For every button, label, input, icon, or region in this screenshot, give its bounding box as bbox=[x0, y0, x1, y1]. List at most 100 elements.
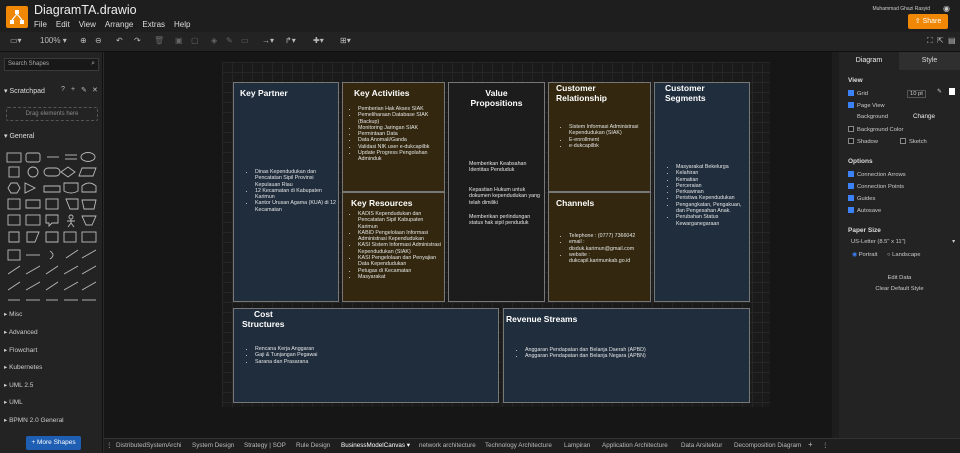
tab-diagram[interactable]: Diagram bbox=[839, 52, 899, 70]
menu-file[interactable]: File bbox=[34, 20, 47, 29]
share-button[interactable]: ⇪ Share bbox=[908, 14, 948, 29]
general-header[interactable]: ▾ General bbox=[4, 132, 34, 140]
channels-list: Telephone : (0777) 7366042 email : disdu… bbox=[562, 233, 648, 264]
scratchpad-edit-icon[interactable]: ✎ bbox=[81, 86, 87, 94]
to-front-icon[interactable]: ▣ bbox=[175, 36, 183, 45]
tab-page[interactable]: Strategy | SOP bbox=[244, 442, 286, 449]
clear-default-style-button[interactable]: Clear Default Style bbox=[839, 286, 960, 292]
scratchpad-close-icon[interactable]: ✕ bbox=[92, 86, 98, 94]
globe-icon[interactable]: ◉ bbox=[943, 4, 950, 13]
search-shapes-input[interactable]: Search Shapes ⌕ bbox=[4, 58, 99, 71]
list-item: KASI Sistem Informasi Administrasi Kepen… bbox=[358, 242, 443, 255]
table-icon[interactable]: ⊞▾ bbox=[340, 36, 351, 45]
paper-size-select[interactable]: US-Letter (8.5" x 11") ▾ bbox=[851, 239, 955, 245]
category-flowchart[interactable]: ▸ Flowchart bbox=[4, 346, 37, 354]
cost-structures-box[interactable]: CostStructures Rencana Kerja Anggaran Ga… bbox=[233, 308, 499, 403]
revenue-streams-box[interactable]: Revenue Streams Anggaran Pendapatan dan … bbox=[503, 308, 750, 403]
menu-bar: File Edit View Arrange Extras Help bbox=[34, 20, 190, 29]
waypoints-icon[interactable]: ↱▾ bbox=[285, 36, 296, 45]
tab-page[interactable]: System Design bbox=[192, 442, 234, 449]
autosave-checkbox[interactable]: Autosave bbox=[848, 207, 881, 214]
tab-page[interactable]: Application Architecture bbox=[602, 442, 668, 449]
key-partner-box[interactable]: Key Partner Dinas Kependudukan dan Penca… bbox=[233, 82, 339, 302]
scratchpad-header[interactable]: ▾ Scratchpad bbox=[4, 87, 45, 95]
customer-segments-box[interactable]: CustomerSegments Masyarakat Bekelurga Ke… bbox=[654, 82, 750, 302]
paper-size-value: US-Letter (8.5" x 11") bbox=[851, 239, 906, 245]
menu-edit[interactable]: Edit bbox=[56, 20, 70, 29]
tab-page[interactable]: Lampiran bbox=[564, 442, 590, 449]
menu-arrange[interactable]: Arrange bbox=[105, 20, 133, 29]
redo-icon[interactable]: ↷ bbox=[134, 36, 141, 45]
key-resources-title: Key Resources bbox=[351, 198, 413, 208]
scratchpad-drop-zone[interactable]: Drag elements here bbox=[6, 107, 98, 121]
background-change-button[interactable]: Change bbox=[913, 113, 935, 120]
tab-page-active[interactable]: BusinessModelCanvas ▾ bbox=[341, 442, 410, 449]
key-resources-box[interactable]: Key Resources KADIS Kependudukan dan Pen… bbox=[342, 192, 445, 302]
tab-page[interactable]: network architecture bbox=[419, 442, 476, 449]
vertical-scrollbar[interactable] bbox=[832, 52, 839, 438]
document-title[interactable]: DiagramTA.drawio bbox=[34, 3, 137, 17]
guides-checkbox[interactable]: Guides bbox=[848, 195, 875, 202]
channels-box[interactable]: Channels Telephone : (0777) 7366042 emai… bbox=[548, 192, 651, 302]
category-uml25[interactable]: ▸ UML 2.5 bbox=[4, 381, 33, 389]
tab-page[interactable]: Technology Architecture bbox=[485, 442, 552, 449]
grid-color-icon[interactable]: ✎ bbox=[937, 89, 942, 95]
zoom-select[interactable]: 100% ▾ bbox=[40, 36, 67, 45]
connection-arrows-checkbox[interactable]: Connection Arrows bbox=[848, 171, 906, 178]
fill-color-icon[interactable]: ◈ bbox=[211, 36, 217, 45]
scratchpad-add-icon[interactable]: + bbox=[71, 86, 75, 93]
diagram-canvas[interactable]: Key Partner Dinas Kependudukan dan Penca… bbox=[104, 52, 839, 438]
zoom-out-icon[interactable]: ⊖ bbox=[95, 36, 102, 45]
landscape-radio[interactable]: ○ Landscape bbox=[887, 252, 921, 258]
to-back-icon[interactable]: ▢ bbox=[191, 36, 199, 45]
sketch-checkbox[interactable]: Sketch bbox=[900, 138, 927, 145]
category-kubernetes-label: Kubernetes bbox=[9, 364, 43, 371]
user-name[interactable]: Muhammad Ghazi Rasyid bbox=[872, 6, 930, 12]
fullscreen-icon[interactable]: ⛶ bbox=[927, 36, 933, 46]
format-panel-icon[interactable]: ▭▾ bbox=[10, 36, 22, 45]
delete-icon[interactable]: 🗑 bbox=[154, 36, 164, 45]
search-icon[interactable]: ⌕ bbox=[91, 60, 95, 68]
format-toggle-icon[interactable]: ▤ bbox=[948, 36, 956, 45]
scratchpad-help-icon[interactable]: ? bbox=[61, 86, 65, 93]
shadow-icon[interactable]: ▭ bbox=[241, 36, 249, 45]
grid-size-input[interactable]: 10 pt bbox=[907, 90, 926, 98]
portrait-radio[interactable]: ◉ Portrait bbox=[852, 252, 877, 258]
background-color-checkbox[interactable]: Background Color bbox=[848, 126, 903, 133]
menu-view[interactable]: View bbox=[79, 20, 96, 29]
category-misc[interactable]: ▸ Misc bbox=[4, 310, 22, 318]
connection-points-checkbox[interactable]: Connection Points bbox=[848, 183, 904, 190]
tab-page[interactable]: DistributedSystemArchi bbox=[116, 442, 181, 449]
customer-relationship-box[interactable]: CustomerRelationship Sistem Informasi Ad… bbox=[548, 82, 651, 192]
tab-page[interactable]: Decomposition Diagram bbox=[734, 442, 801, 449]
list-item: e-dukcapilbk bbox=[569, 143, 648, 149]
key-activities-box[interactable]: Key Activities Pemberian Hak Akses SIAK … bbox=[342, 82, 445, 192]
page-menu-icon[interactable]: ⋮ bbox=[822, 442, 828, 449]
tab-page[interactable]: Data Arsitektur bbox=[681, 442, 722, 449]
zoom-in-icon[interactable]: ⊕ bbox=[80, 36, 87, 45]
grid-color-swatch[interactable] bbox=[949, 88, 955, 95]
general-shape-grid[interactable] bbox=[6, 150, 98, 350]
more-shapes-button[interactable]: + More Shapes bbox=[26, 436, 81, 450]
page-view-checkbox[interactable]: Page View bbox=[848, 102, 885, 109]
line-color-icon[interactable]: ✎ bbox=[226, 36, 233, 45]
more-pages-icon[interactable]: ⋮ bbox=[106, 442, 112, 449]
undo-icon[interactable]: ↶ bbox=[116, 36, 123, 45]
list-item: email : disduk.karimun@gmail.com bbox=[569, 239, 648, 252]
menu-extras[interactable]: Extras bbox=[142, 20, 165, 29]
menu-help[interactable]: Help bbox=[174, 20, 190, 29]
collapse-icon[interactable]: ⇱ bbox=[937, 36, 944, 45]
category-kubernetes[interactable]: ▸ Kubernetes bbox=[4, 363, 42, 371]
value-propositions-box[interactable]: Value Propositions Memberikan Keabsahan I… bbox=[448, 82, 545, 302]
edit-data-button[interactable]: Edit Data bbox=[839, 275, 960, 281]
category-uml[interactable]: ▸ UML bbox=[4, 398, 23, 406]
insert-icon[interactable]: ✚▾ bbox=[313, 36, 324, 45]
category-advanced[interactable]: ▸ Advanced bbox=[4, 328, 38, 336]
grid-checkbox[interactable]: Grid bbox=[848, 90, 868, 97]
category-bpmn[interactable]: ▸ BPMN 2.0 General bbox=[4, 416, 64, 424]
connection-icon[interactable]: →▾ bbox=[262, 36, 274, 45]
shadow-checkbox[interactable]: Shadow bbox=[848, 138, 878, 145]
tab-page[interactable]: Rule Design bbox=[296, 442, 330, 449]
add-page-icon[interactable]: + bbox=[808, 440, 813, 449]
tab-style[interactable]: Style bbox=[899, 52, 960, 70]
